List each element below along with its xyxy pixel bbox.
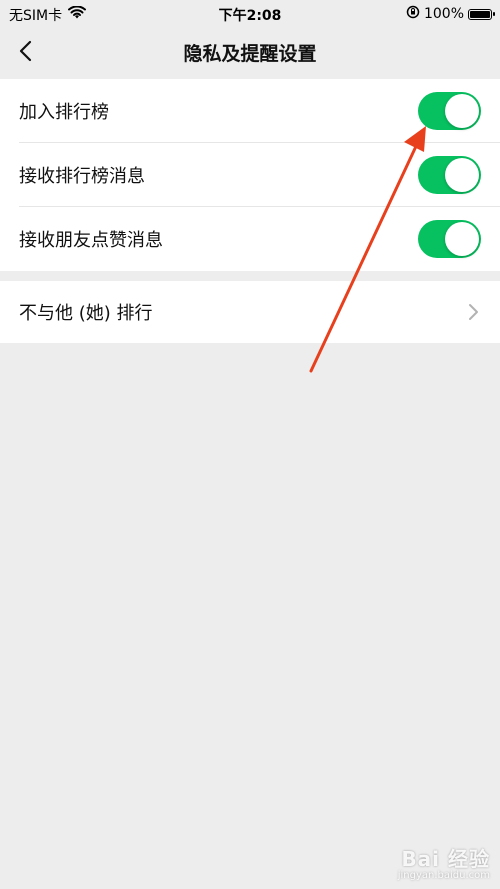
- chevron-right-icon: [469, 304, 478, 320]
- toggle-settings-group: 加入排行榜 接收排行榜消息 接收朋友点赞消息: [0, 79, 500, 271]
- setting-row-join-ranking: 加入排行榜: [0, 79, 500, 143]
- setting-label: 加入排行榜: [19, 102, 109, 123]
- toggle-knob: [445, 94, 479, 128]
- exclude-from-ranking-row[interactable]: 不与他 (她) 排行: [0, 281, 500, 343]
- status-bar: 无SIM卡 下午2:08 100%: [0, 0, 500, 26]
- battery-percent: 100%: [423, 6, 464, 22]
- setting-label: 接收朋友点赞消息: [19, 230, 163, 251]
- page-title: 隐私及提醒设置: [183, 43, 317, 65]
- toggle-knob: [445, 222, 479, 256]
- setting-label: 接收排行榜消息: [19, 166, 145, 187]
- status-right: 100%: [406, 5, 495, 23]
- ranking-messages-toggle[interactable]: [418, 156, 481, 194]
- link-settings-group: 不与他 (她) 排行: [0, 281, 500, 343]
- battery-icon: [468, 8, 495, 20]
- watermark-logo: Bai 经验: [401, 847, 490, 871]
- setting-row-like-messages: 接收朋友点赞消息: [0, 207, 500, 271]
- join-ranking-toggle[interactable]: [418, 92, 481, 130]
- watermark-url: jingyan.baidu.com: [397, 870, 490, 881]
- watermark: Bai 经验 jingyan.baidu.com: [398, 843, 490, 881]
- link-label: 不与他 (她) 排行: [19, 303, 153, 324]
- setting-row-ranking-messages: 接收排行榜消息: [0, 143, 500, 207]
- toggle-knob: [445, 158, 479, 192]
- like-messages-toggle[interactable]: [418, 220, 481, 258]
- navigation-bar: 隐私及提醒设置: [0, 26, 500, 78]
- orientation-lock-icon: [406, 5, 420, 23]
